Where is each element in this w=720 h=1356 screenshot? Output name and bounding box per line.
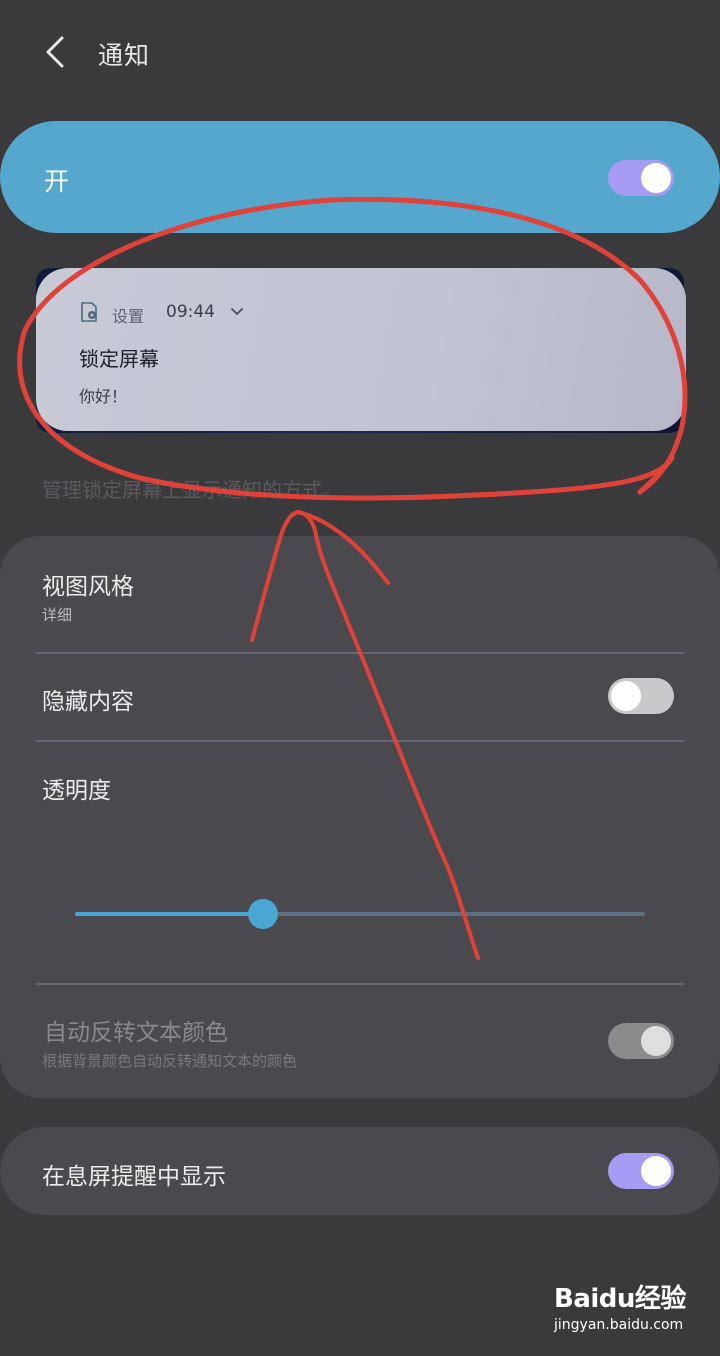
settings-app-icon	[79, 301, 101, 323]
toggle-knob	[611, 681, 641, 711]
notification-title: 锁定屏幕	[79, 347, 159, 371]
hide-content-label[interactable]: 隐藏内容	[42, 682, 134, 716]
auto-invert-description: 根据背景颜色自动反转通知文本的颜色	[42, 1052, 298, 1070]
auto-invert-toggle[interactable]	[608, 1023, 674, 1059]
notification-time: 09:44	[166, 302, 215, 322]
hide-content-toggle[interactable]	[608, 678, 674, 714]
toggle-knob	[641, 1026, 671, 1056]
auto-invert-label[interactable]: 自动反转文本颜色	[44, 1013, 228, 1047]
watermark-brand-suffix: 经验	[634, 1284, 687, 1314]
master-switch-label: 开	[44, 167, 70, 196]
master-toggle[interactable]	[608, 160, 674, 196]
notification-text: 你好！	[79, 387, 128, 406]
divider	[36, 652, 684, 654]
toggle-knob	[641, 1156, 671, 1186]
transparency-label: 透明度	[42, 778, 111, 804]
view-style-label[interactable]: 视图风格	[42, 567, 134, 601]
baidu-jingyan-watermark: Baidu经验 jingyan.baidu.com	[554, 1278, 686, 1333]
view-style-value: 详细	[42, 606, 73, 624]
watermark-url: jingyan.baidu.com	[554, 1317, 684, 1333]
page-title: 通知	[98, 41, 151, 70]
toggle-knob	[641, 163, 671, 193]
transparency-slider-thumb[interactable]	[248, 899, 279, 929]
aod-toggle[interactable]	[608, 1153, 674, 1189]
transparency-slider-fill	[75, 912, 264, 916]
watermark-paw: du	[598, 1284, 636, 1314]
section-description: 管理锁定屏幕上显示通知的方式。	[42, 478, 342, 502]
watermark-brand: Bai	[554, 1284, 599, 1314]
notification-app-name: 设置	[112, 307, 145, 326]
divider	[36, 983, 684, 985]
divider	[36, 740, 684, 742]
aod-label: 在息屏提醒中显示	[42, 1164, 226, 1190]
back-arrow-icon[interactable]	[40, 34, 72, 70]
chevron-down-icon	[229, 304, 245, 320]
